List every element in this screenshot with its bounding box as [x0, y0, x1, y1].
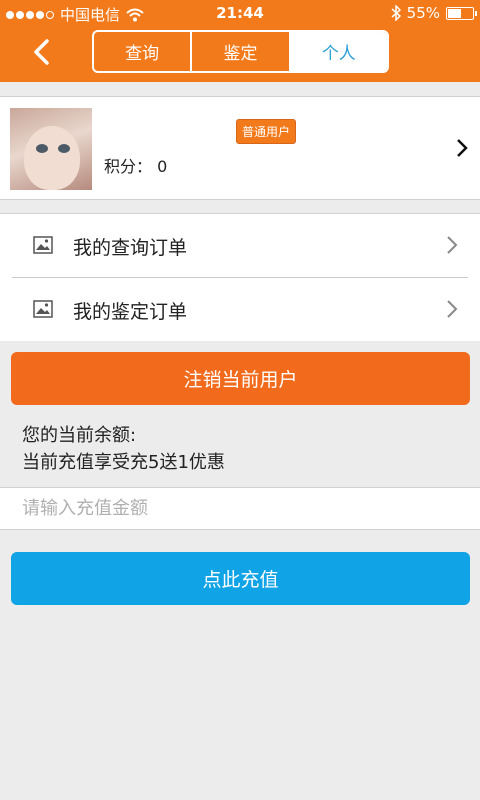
segmented-tabs: 查询 鉴定 个人: [92, 30, 389, 73]
top-bar: 中国电信 21:44 55% 查询 鉴定 个人: [0, 0, 480, 82]
status-bar: 中国电信 21:44 55%: [0, 0, 480, 28]
recharge-input-wrapper: [0, 487, 480, 530]
recharge-button[interactable]: 点此充值: [11, 552, 470, 605]
points-value: 0: [157, 157, 168, 176]
image-icon: [33, 236, 53, 254]
points-row: 积分： 0: [104, 153, 167, 177]
bluetooth-icon: [391, 5, 401, 21]
tab-query[interactable]: 查询: [94, 32, 193, 71]
profile-card[interactable]: 普通用户 积分： 0: [0, 96, 480, 200]
menu-item-query-orders[interactable]: 我的查询订单: [0, 214, 480, 278]
status-right: 55%: [391, 4, 477, 22]
battery-fill: [448, 8, 461, 18]
recharge-amount-input[interactable]: [0, 488, 480, 529]
balance-label: 您的当前余额:: [22, 425, 137, 446]
chevron-right-icon: [447, 300, 458, 318]
promo-text: 当前充值享受充5送1优惠: [22, 452, 225, 473]
menu-item-label: 我的查询订单: [73, 237, 188, 259]
image-icon: [33, 300, 53, 318]
user-type-badge: 普通用户: [236, 119, 297, 144]
avatar: [10, 108, 92, 190]
tab-appraisal[interactable]: 鉴定: [192, 32, 291, 71]
chevron-right-icon: [457, 139, 468, 157]
back-chevron-icon[interactable]: [28, 38, 56, 66]
battery-percent: 55%: [406, 4, 440, 22]
menu-item-label: 我的鉴定订单: [73, 301, 188, 323]
tab-personal[interactable]: 个人: [290, 32, 387, 71]
chevron-right-icon: [447, 236, 458, 254]
order-menu: 我的查询订单 我的鉴定订单: [0, 213, 480, 341]
points-label: 积分：: [104, 157, 153, 176]
battery-icon: [446, 6, 477, 20]
menu-item-appraisal-orders[interactable]: 我的鉴定订单: [0, 278, 480, 341]
balance-info: 您的当前余额: 当前充值享受充5送1优惠: [22, 422, 225, 476]
logout-button[interactable]: 注销当前用户: [11, 352, 470, 405]
